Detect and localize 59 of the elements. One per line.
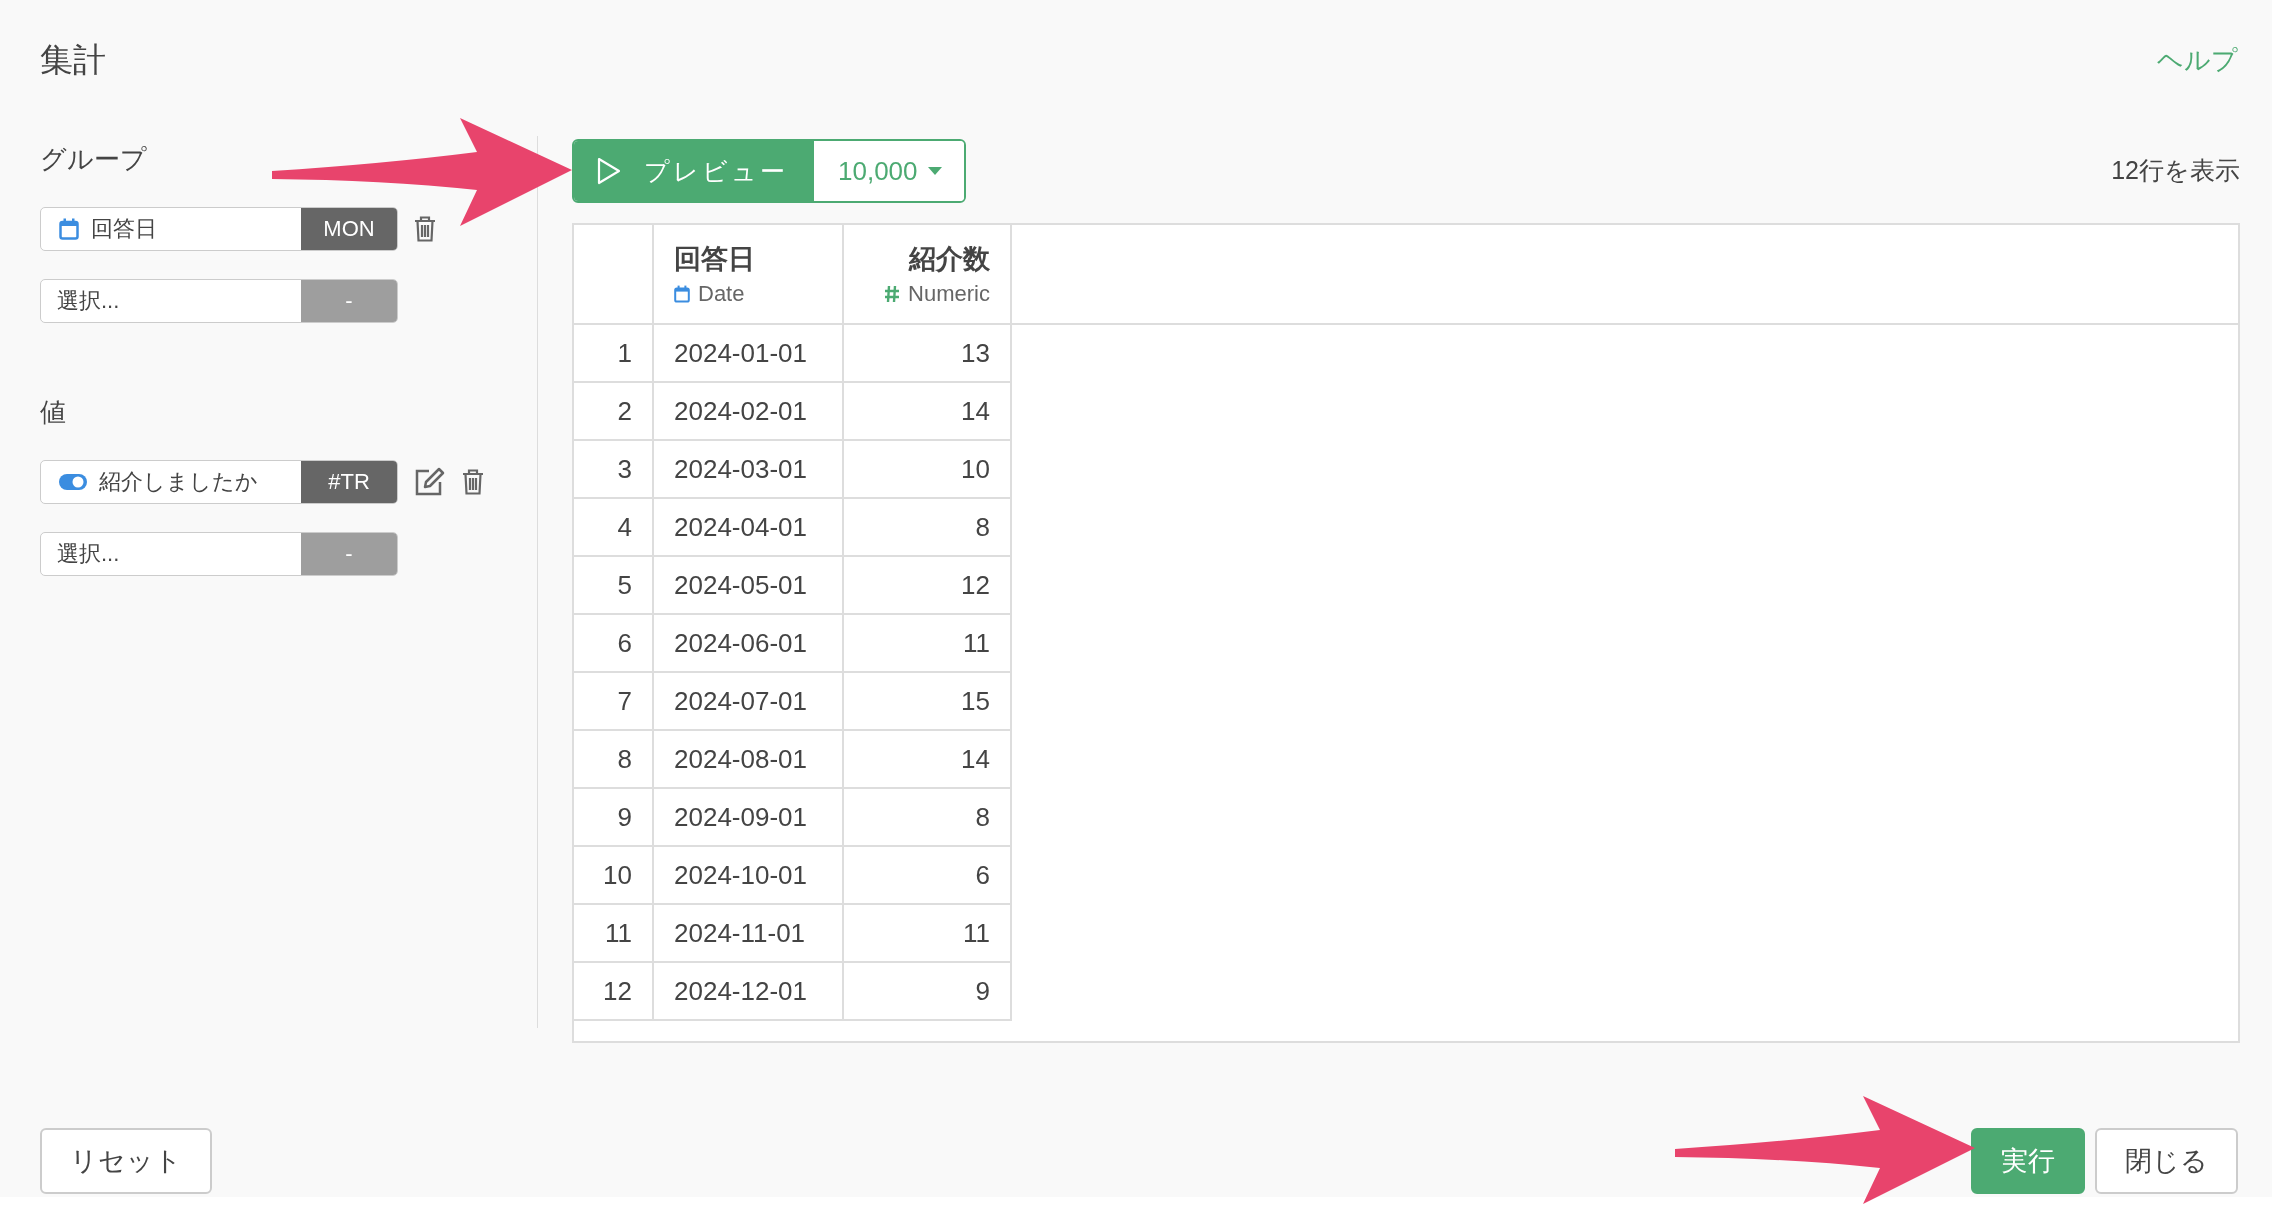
row-number: 3	[574, 441, 654, 499]
toggle-icon	[59, 473, 87, 491]
table-cell: 2024-11-01	[654, 905, 844, 963]
table-cell: 2024-07-01	[654, 673, 844, 731]
reset-button[interactable]: リセット	[40, 1128, 212, 1194]
table-cell: 2024-04-01	[654, 499, 844, 557]
table-cell: 14	[844, 731, 1012, 789]
table-cell: 10	[844, 441, 1012, 499]
row-number: 5	[574, 557, 654, 615]
column-type: Numeric	[908, 281, 990, 307]
table-cell: 2024-02-01	[654, 383, 844, 441]
table-cell: 8	[844, 789, 1012, 847]
caret-icon	[927, 167, 942, 175]
trash-icon[interactable]	[462, 469, 484, 495]
row-number: 11	[574, 905, 654, 963]
row-number: 10	[574, 847, 654, 905]
column-select[interactable]: 選択... -	[40, 279, 398, 323]
row-number: 8	[574, 731, 654, 789]
column-header: 紹介数	[909, 243, 990, 276]
table-cell: 2024-05-01	[654, 557, 844, 615]
close-button[interactable]: 閉じる	[2095, 1128, 2238, 1194]
table-cell: 15	[844, 673, 1012, 731]
table-cell: 2024-01-01	[654, 325, 844, 383]
column-type: Date	[698, 281, 745, 307]
column-select[interactable]: 回答日 MON	[40, 207, 398, 251]
calendar-icon	[674, 285, 690, 303]
row-number: 7	[574, 673, 654, 731]
table-cell: 6	[844, 847, 1012, 905]
section-label: グループ	[40, 143, 148, 176]
column-header: 回答日	[674, 243, 756, 276]
row-number: 9	[574, 789, 654, 847]
row-number: 4	[574, 499, 654, 557]
row-count: 12行を表示	[2111, 155, 2240, 186]
table-cell: 2024-03-01	[654, 441, 844, 499]
dialog-title: 集計	[40, 39, 106, 80]
table-cell: 2024-06-01	[654, 615, 844, 673]
table-cell: 2024-12-01	[654, 963, 844, 1021]
table-cell: 2024-08-01	[654, 731, 844, 789]
edit-icon[interactable]	[414, 467, 446, 497]
column-select[interactable]: 選択... -	[40, 532, 398, 576]
table-cell: 8	[844, 499, 1012, 557]
table-cell: 13	[844, 325, 1012, 383]
table-cell: 11	[844, 615, 1012, 673]
row-number: 2	[574, 383, 654, 441]
column-select[interactable]: 紹介しましたか #TR	[40, 460, 398, 504]
table-cell: 11	[844, 905, 1012, 963]
trash-icon[interactable]	[414, 216, 436, 242]
row-number: 1	[574, 325, 654, 383]
row-number: 6	[574, 615, 654, 673]
section-label: 値	[40, 396, 67, 429]
table-cell: 12	[844, 557, 1012, 615]
table-cell: 2024-10-01	[654, 847, 844, 905]
row-number: 12	[574, 963, 654, 1021]
play-icon	[596, 156, 622, 186]
hash-icon	[884, 285, 901, 303]
table-cell: 14	[844, 383, 1012, 441]
table-cell: 9	[844, 963, 1012, 1021]
table-cell: 2024-09-01	[654, 789, 844, 847]
calendar-icon	[59, 218, 79, 240]
